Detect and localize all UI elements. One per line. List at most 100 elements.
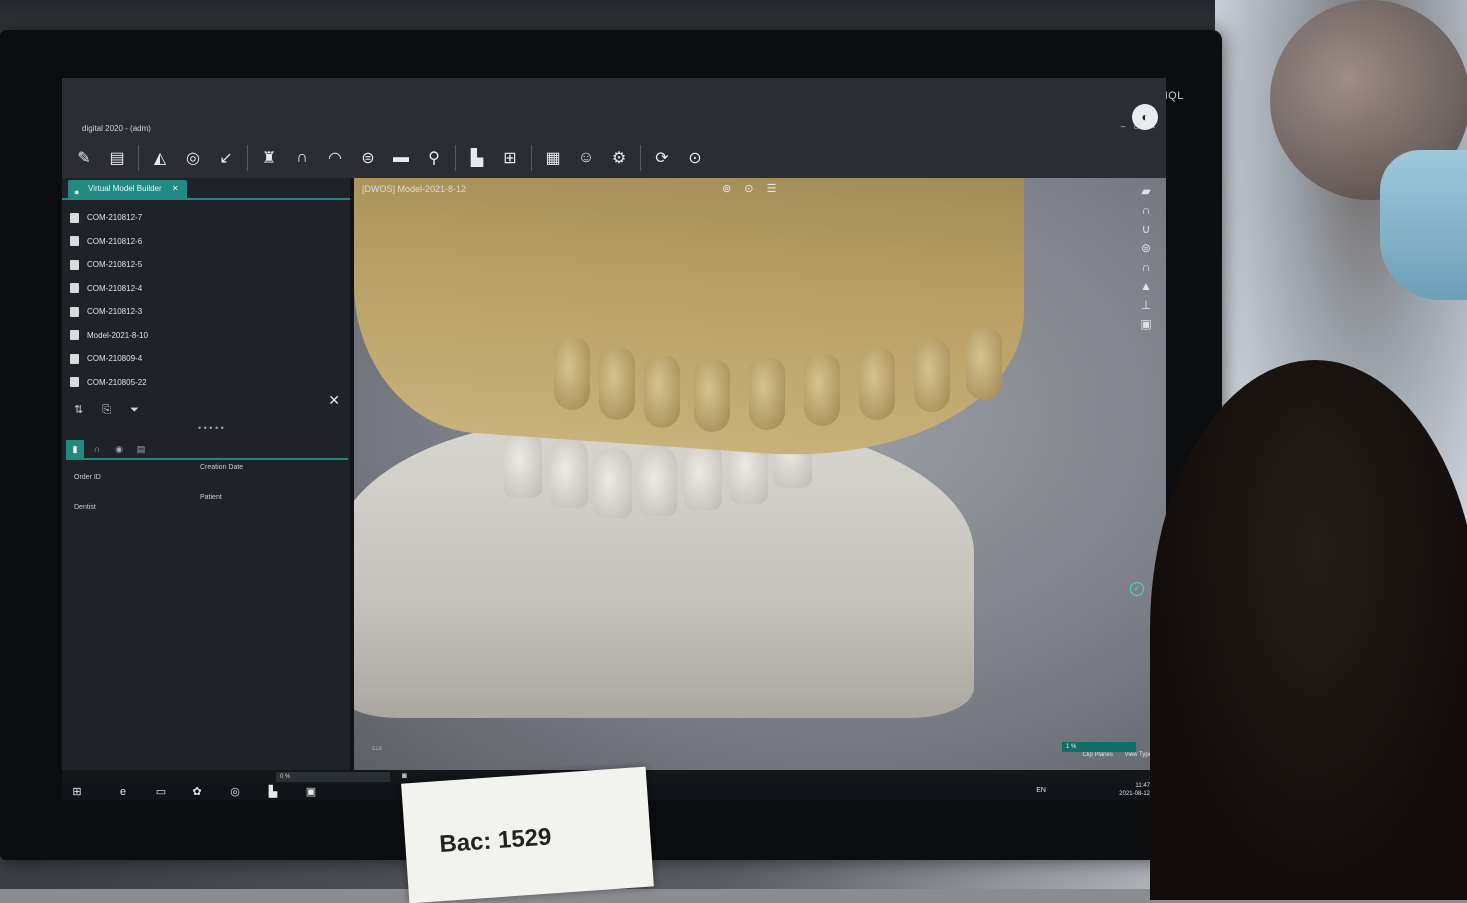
upper-tooth (694, 360, 730, 432)
tab-notes[interactable]: ▤ (132, 440, 150, 458)
upper-tooth (859, 348, 895, 420)
toolbar-separator (640, 145, 641, 171)
clipboard-icon[interactable]: ▦ (539, 144, 567, 172)
list-item[interactable]: COM-210805-22 (70, 371, 340, 395)
filter-icon[interactable]: ⏷ (130, 404, 139, 416)
upper-tooth (966, 328, 1002, 400)
magnet-icon[interactable]: ∩ (1142, 260, 1151, 274)
tab-close-button[interactable]: ✕ (172, 184, 179, 193)
resize-handle[interactable]: • • • • • (198, 423, 224, 433)
toolbar-separator (531, 145, 532, 171)
tab-arch[interactable]: ∩ (88, 440, 106, 458)
paint-icon[interactable]: ✿ (186, 784, 208, 800)
tab-underline (62, 198, 350, 200)
panel-tools: ⇅ ⎘ ⏷ (74, 403, 344, 417)
dental-app-icon[interactable]: ▣ (300, 784, 322, 800)
list-item[interactable]: COM-210812-7 (70, 206, 340, 230)
tooth-icon[interactable]: ♜ (255, 144, 283, 172)
panel-close-button[interactable]: ✕ (328, 392, 340, 409)
start-icon[interactable]: ⊞ (66, 784, 88, 800)
upper-jaw-model (354, 178, 1024, 472)
grid-sphere-icon[interactable]: ◎ (179, 144, 207, 172)
factory-icon[interactable]: ▙ (463, 144, 491, 172)
save-icon[interactable]: ▣ (1140, 317, 1151, 331)
cart-icon[interactable]: ⊞ (496, 144, 524, 172)
user-avatar-button[interactable]: ◐ (1132, 104, 1158, 130)
folder-icon[interactable]: ▭ (150, 784, 172, 800)
axis-indicator: z⟂x (372, 746, 383, 752)
view-type-button[interactable]: View Type (1125, 752, 1152, 758)
tab-details[interactable]: ▮ (66, 440, 84, 458)
lower-tooth (684, 440, 722, 510)
sliders-icon[interactable]: ☰ (767, 183, 777, 195)
clip-planes-button[interactable]: Clip Planes (1083, 752, 1113, 758)
lifebuoy-icon[interactable]: ⊙ (681, 144, 709, 172)
list-item-label: COM-210812-5 (87, 260, 143, 270)
confirm-check-icon[interactable]: ✓ (1130, 582, 1144, 596)
3d-viewport[interactable]: [DWOS] Model-2021-8-12 ⊚ ⊙ ☰ ▰ ∩ ∪ ⊜ ∩ ▲… (354, 178, 1166, 770)
file-icon (70, 259, 79, 270)
arch-lower-icon[interactable]: ∪ (1142, 222, 1151, 236)
app-icon[interactable]: ▙ (262, 784, 284, 800)
browser-ie-icon[interactable]: e (112, 784, 134, 800)
list-item[interactable]: COM-210812-5 (70, 253, 340, 277)
detail-tabs: ▮ ∩ ◉ ▤ (66, 440, 348, 460)
scan-icon[interactable]: ◭ (146, 144, 174, 172)
minimize-button[interactable]: – (1121, 122, 1125, 131)
file-icon (70, 306, 79, 317)
tab-virtual-model-builder[interactable]: ● Virtual Model Builder ✕ (68, 180, 187, 198)
edit-icon[interactable]: ✎ (70, 144, 98, 172)
creation-date-label: Creation Date (200, 464, 244, 471)
left-panel: ● Virtual Model Builder ✕ COM-210812-7 C… (62, 178, 350, 770)
model-base-icon[interactable]: ▲ (1140, 279, 1152, 293)
upper-tooth (554, 338, 590, 410)
document-icon[interactable]: ▤ (103, 144, 131, 172)
view-lens-icon[interactable]: ⊙ (744, 183, 753, 195)
right-toolbar: ▰ ∩ ∪ ⊜ ∩ ▲ ⊥ ▣ (1134, 178, 1158, 444)
list-item-label: COM-210809-4 (87, 354, 143, 364)
list-item[interactable]: COM-210812-6 (70, 230, 340, 254)
main-toolbar: ✎ ▤ ◭ ◎ ↙ ♜ ∩ ◠ ⊜ ▬ ⚲ ▙ ⊞ ▦ ☺ ⚙ ⟳ ⊙ (62, 138, 1166, 178)
viewport-tools: ⊚ ⊙ ☰ (722, 182, 786, 195)
list-item-label: COM-210812-6 (87, 236, 143, 246)
chrome-icon[interactable]: ◎ (224, 784, 246, 800)
patient-label: Patient (200, 494, 222, 501)
bar-icon[interactable]: ▬ (387, 144, 415, 172)
list-item-label: COM-210812-4 (87, 283, 143, 293)
gear-icon[interactable]: ⚙ (605, 144, 633, 172)
toolbar-separator (138, 145, 139, 171)
zoom-lens-icon[interactable]: ⊚ (722, 183, 731, 195)
sort-icon[interactable]: ⇅ (74, 404, 83, 416)
arch-upper-icon[interactable]: ∩ (1142, 203, 1151, 217)
user-icon[interactable]: ☺ (572, 144, 600, 172)
user-avatar-icon: ◐ (1141, 110, 1149, 124)
lower-tooth (504, 428, 542, 498)
list-item[interactable]: COM-210812-4 (70, 277, 340, 301)
pin-icon[interactable]: ⊥ (1141, 298, 1151, 312)
toolbar-separator (455, 145, 456, 171)
zoom-level[interactable]: 1 % (1062, 742, 1136, 752)
camera-icon[interactable]: ◙ (402, 771, 407, 780)
arch-icon[interactable]: ∩ (288, 144, 316, 172)
file-icon (70, 283, 79, 294)
list-item[interactable]: COM-210812-3 (70, 300, 340, 324)
tab-camera[interactable]: ◉ (110, 440, 128, 458)
tab-label: Virtual Model Builder (88, 184, 162, 193)
file-icon (70, 236, 79, 247)
refresh-icon[interactable]: ⟳ (648, 144, 676, 172)
list-item-label: Model-2021-8-10 (87, 330, 148, 340)
list-item[interactable]: Model-2021-8-10 (70, 324, 340, 348)
implant-icon[interactable]: ⚲ (420, 144, 448, 172)
scan-head-icon[interactable]: ⊜ (354, 144, 382, 172)
import-icon[interactable]: ↙ (212, 144, 240, 172)
export-icon[interactable]: ⎘ (102, 404, 111, 416)
folder-icon[interactable]: ▰ (1141, 184, 1150, 198)
list-item[interactable]: COM-210809-4 (70, 347, 340, 371)
dome-icon[interactable]: ◠ (321, 144, 349, 172)
file-icon (70, 212, 79, 223)
occlusion-icon[interactable]: ⊜ (1141, 241, 1151, 255)
upper-tooth (749, 358, 785, 430)
clock: 11:47 2021-08-12 (1119, 782, 1150, 798)
language-indicator[interactable]: EN (1036, 787, 1046, 794)
title-bar: digital 2020 - (adm) – ▭ ✕ (62, 118, 1166, 140)
